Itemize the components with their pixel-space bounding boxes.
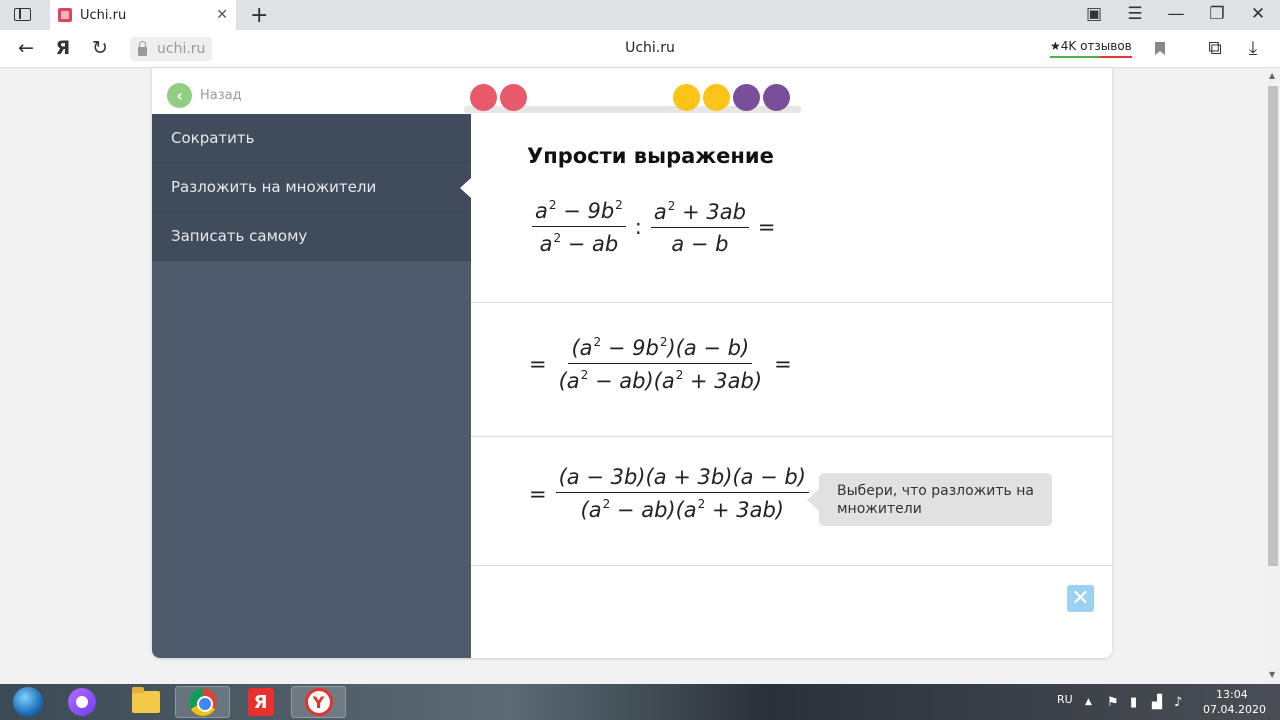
step-section-2: = (a2 − 9b2)(a − b) (a2 − ab)(a2 + 3ab) …	[471, 303, 1112, 437]
url-text: uchi.ru	[157, 41, 206, 57]
download-icon[interactable]: ⤓	[1242, 37, 1264, 59]
progress-dot	[763, 84, 790, 111]
menu-item-label: Сократить	[171, 129, 255, 147]
minimize-button[interactable]: —	[1164, 4, 1188, 24]
window-close-button[interactable]: ✕	[1246, 4, 1270, 24]
back-label: Назад	[200, 88, 242, 103]
step-section-3: = (a − 3b)(a + 3b)(a − b) (a2 − ab)(a2 +…	[471, 437, 1112, 566]
menu-icon[interactable]: ☰	[1123, 4, 1147, 24]
expression-step-3: = (a − 3b)(a + 3b)(a − b) (a2 − ab)(a2 +…	[529, 465, 812, 522]
page-scrollbar[interactable]: ▲ ▼	[1266, 68, 1280, 684]
url-field[interactable]: uchi.ru	[130, 37, 212, 61]
sidebar-toggle-icon[interactable]	[14, 8, 31, 21]
back-arrow-icon[interactable]: ←	[15, 37, 37, 59]
expression-step-2: = (a2 − 9b2)(a − b) (a2 − ab)(a2 + 3ab) …	[529, 335, 798, 393]
expression-step-1: a2 − 9b2 a2 − ab : a2 + 3ab a − b =	[529, 198, 782, 256]
language-indicator[interactable]: RU	[1057, 693, 1073, 706]
yandex-browser-icon: Y	[304, 688, 333, 716]
hint-menu: Сократить Разложить на множители Записат…	[152, 114, 471, 658]
flag-icon[interactable]: ⚑	[1107, 695, 1119, 710]
collections-icon[interactable]: ▣	[1082, 4, 1106, 24]
page-title: Uchi.ru	[625, 40, 675, 56]
explorer-button[interactable]	[118, 686, 173, 718]
equals-sign: =	[757, 215, 776, 239]
progress-dot	[673, 84, 700, 111]
folder-icon	[131, 687, 160, 713]
menu-item-label: Записать самому	[171, 227, 308, 245]
restore-button[interactable]: ❐	[1205, 4, 1229, 24]
translate-icon[interactable]: ⧉	[1204, 37, 1226, 59]
alice-icon	[67, 688, 96, 716]
fraction-step-3[interactable]: (a − 3b)(a + 3b)(a − b) (a2 − ab)(a2 + 3…	[555, 465, 809, 522]
bookmark-icon[interactable]	[1155, 42, 1165, 55]
tray-expand-icon[interactable]: ▲	[1085, 697, 1092, 707]
browser-tab[interactable]: Uchi.ru ✕	[50, 0, 236, 30]
scroll-down-icon[interactable]: ▼	[1269, 670, 1275, 679]
scroll-thumb[interactable]	[1268, 86, 1278, 566]
progress-dot	[500, 84, 527, 111]
lock-icon	[138, 40, 147, 56]
progress-dot	[470, 84, 497, 111]
new-tab-button[interactable]: +	[250, 3, 268, 28]
windows-taskbar: Я Y RU ▲ ⚑ ▮ ▟ ♪ 13:04 07.04.2020	[0, 684, 1280, 720]
clock-time[interactable]: 13:04	[1216, 688, 1248, 701]
windows-logo-icon	[12, 687, 43, 717]
reviews-badge[interactable]: ★4K отзывов	[1050, 39, 1132, 58]
menu-item-label: Разложить на множители	[171, 178, 377, 196]
menu-item-write-yourself[interactable]: Записать самому	[152, 212, 471, 261]
volume-icon[interactable]: ♪	[1174, 695, 1182, 710]
yandex-icon[interactable]: Я	[52, 37, 74, 59]
clock-date[interactable]: 07.04.2020	[1203, 703, 1266, 716]
start-button[interactable]	[0, 686, 55, 718]
back-link[interactable]: ‹ Назад	[167, 83, 242, 108]
close-button[interactable]: ✕	[1067, 585, 1094, 612]
address-bar: ← Я ↻ uchi.ru Uchi.ru ★4K отзывов ⧉ ⤓	[0, 30, 1280, 68]
tab-title: Uchi.ru	[80, 7, 127, 23]
yandex-button[interactable]: Я	[233, 686, 288, 718]
battery-icon[interactable]: ▮	[1130, 695, 1137, 710]
hint-tooltip: Выбери, что разложить на множители	[807, 473, 1052, 526]
yandex-browser-button[interactable]: Y	[291, 686, 346, 718]
task-title: Упрости выражение	[527, 144, 774, 168]
step-section-1: Упрости выражение a2 − 9b2 a2 − ab : a2 …	[471, 114, 1112, 303]
solution-area: Упрости выражение a2 − 9b2 a2 − ab : a2 …	[471, 114, 1112, 658]
fraction-step-2[interactable]: (a2 − 9b2)(a − b) (a2 − ab)(a2 + 3ab)	[556, 335, 765, 393]
back-chevron-icon: ‹	[167, 83, 192, 108]
lesson-card: ‹ Назад Сократить Разложить на множители…	[152, 68, 1112, 658]
fraction-1: a2 − 9b2 a2 − ab	[532, 198, 626, 256]
equals-sign: =	[774, 352, 792, 376]
division-sign: :	[634, 215, 642, 239]
progress-dot	[733, 84, 760, 111]
equals-sign: =	[529, 481, 547, 506]
browser-tabbar: Uchi.ru ✕ + ▣ ☰ — ❐ ✕	[0, 0, 1280, 30]
menu-item-factor[interactable]: Разложить на множители	[152, 163, 471, 212]
fraction-2: a2 + 3ab a − b	[650, 199, 749, 256]
uchi-favicon-icon	[58, 8, 72, 22]
reload-icon[interactable]: ↻	[89, 37, 111, 59]
menu-item-simplify[interactable]: Сократить	[152, 114, 471, 163]
chrome-icon	[188, 688, 217, 716]
scroll-up-icon[interactable]: ▲	[1269, 71, 1275, 80]
yandex-app-icon: Я	[247, 688, 274, 716]
equals-sign: =	[529, 352, 547, 376]
alice-button[interactable]	[54, 686, 109, 718]
tab-close-icon[interactable]: ✕	[216, 7, 228, 23]
chrome-button[interactable]	[175, 686, 230, 718]
progress-dot	[703, 84, 730, 111]
network-icon[interactable]: ▟	[1152, 695, 1162, 710]
